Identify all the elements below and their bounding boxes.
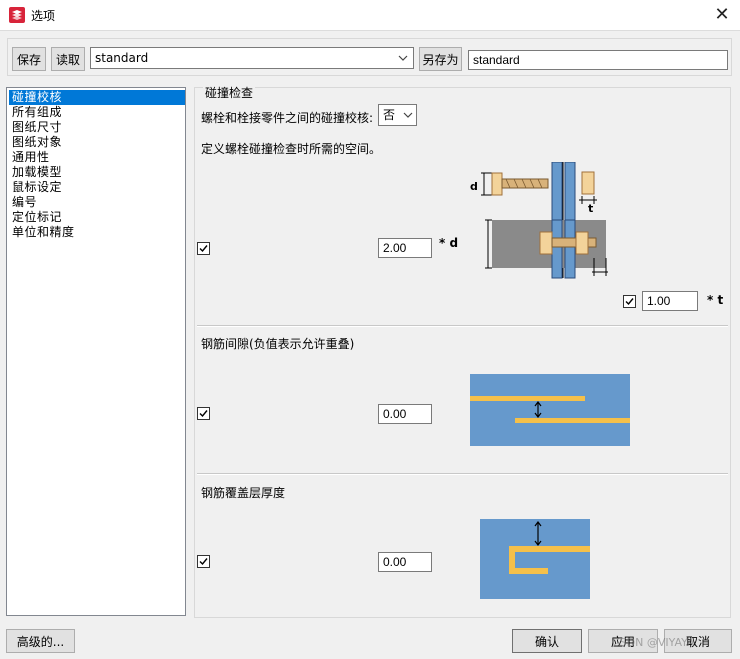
title-bar: 选项 ✕: [0, 0, 740, 30]
rebar-cover-diagram: [480, 519, 590, 599]
diameter-factor-input[interactable]: [378, 238, 432, 258]
svg-text:t: t: [588, 202, 593, 215]
sidebar-item-units-precision[interactable]: 单位和精度: [9, 225, 185, 240]
sidebar-item-general[interactable]: 通用性: [9, 150, 185, 165]
bolt-space-description: 定义螺栓碰撞检查时所需的空间。: [201, 142, 382, 156]
save-button[interactable]: 保存: [12, 47, 46, 71]
sidebar-item-drawing-size[interactable]: 图纸尺寸: [9, 120, 185, 135]
save-as-button[interactable]: 另存为: [419, 47, 462, 71]
rebar-gap-input[interactable]: [378, 404, 432, 424]
bolt-clash-label: 螺栓和栓接零件之间的碰撞校核:: [201, 111, 374, 125]
chevron-down-icon[interactable]: [402, 105, 414, 125]
svg-text:d: d: [470, 180, 478, 193]
load-button[interactable]: 读取: [51, 47, 85, 71]
save-as-name-input[interactable]: [468, 50, 728, 70]
sidebar-item-clash-check[interactable]: 碰撞校核: [9, 90, 185, 105]
preset-select-value: standard: [95, 51, 149, 65]
thickness-factor-checkbox[interactable]: [623, 295, 636, 308]
rebar-gap-section-title: 钢筋间隙(负值表示允许重叠): [201, 337, 355, 351]
sidebar-item-mouse-settings[interactable]: 鼠标设定: [9, 180, 185, 195]
ok-button[interactable]: 确认: [512, 629, 582, 653]
clash-section-title: 碰撞检查: [203, 84, 256, 101]
advanced-button[interactable]: 高级的...: [6, 629, 75, 653]
thickness-factor-input[interactable]: [642, 291, 698, 311]
bolt-clash-diagram: d t: [466, 161, 616, 280]
rebar-gap-checkbox[interactable]: [197, 407, 210, 420]
rebar-cover-checkbox[interactable]: [197, 555, 210, 568]
options-category-list[interactable]: 碰撞校核 所有组成 图纸尺寸 图纸对象 通用性 加载模型 鼠标设定 编号 定位标…: [6, 87, 186, 616]
sidebar-item-drawing-objects[interactable]: 图纸对象: [9, 135, 185, 150]
sidebar-item-all-assemblies[interactable]: 所有组成: [9, 105, 185, 120]
section-divider: [197, 473, 728, 475]
window-title: 选项: [31, 9, 56, 23]
rebar-gap-diagram: [470, 374, 630, 446]
cancel-button[interactable]: 取消: [664, 629, 732, 653]
sidebar-item-position-marks[interactable]: 定位标记: [9, 210, 185, 225]
apply-button[interactable]: 应用: [588, 629, 658, 653]
preset-select[interactable]: standard: [90, 47, 414, 69]
sidebar-item-load-model[interactable]: 加载模型: [9, 165, 185, 180]
section-divider: [197, 325, 728, 327]
chevron-down-icon[interactable]: [397, 48, 409, 68]
app-logo-icon: [9, 7, 25, 23]
close-icon[interactable]: ✕: [712, 5, 732, 25]
diameter-factor-checkbox[interactable]: [197, 242, 210, 255]
rebar-cover-input[interactable]: [378, 552, 432, 572]
thickness-unit-label: * t: [707, 293, 724, 307]
bolt-clash-select-value: 否: [383, 108, 396, 122]
bolt-clash-select[interactable]: 否: [378, 104, 417, 126]
rebar-cover-section-title: 钢筋覆盖层厚度: [201, 486, 286, 500]
sidebar-item-numbering[interactable]: 编号: [9, 195, 185, 210]
settings-panel: [194, 87, 731, 618]
diameter-unit-label: * d: [439, 236, 459, 250]
